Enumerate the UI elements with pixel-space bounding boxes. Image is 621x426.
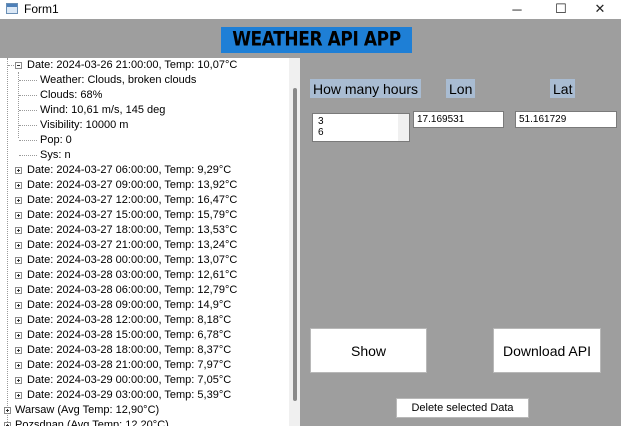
lat-label: Lat [550,79,576,98]
expand-icon[interactable] [15,377,22,384]
tree-node-label: Date: 2024-03-28 09:00:00, Temp: 14,9°C [27,299,232,311]
expand-icon[interactable] [15,257,22,264]
expand-icon[interactable] [4,407,11,414]
expand-icon[interactable] [15,302,22,309]
expand-icon[interactable] [15,272,22,279]
delete-selected-button[interactable]: Delete selected Data [396,398,529,418]
tree-node-label: Date: 2024-03-28 21:00:00, Temp: 7,97°C [27,359,232,371]
tree-connector [19,80,37,81]
window-title: Form1 [24,2,59,16]
tree-node-label: Date: 2024-03-29 03:00:00, Temp: 5,39°C [27,389,232,401]
expand-icon[interactable] [4,422,11,426]
tree-node-label: Pozsdnan (Avg Temp: 12,20°C) [15,419,169,426]
tree-scrollbar-thumb[interactable] [293,88,297,401]
lon-label: Lon [446,79,476,98]
tree-connector [19,110,37,111]
lat-input[interactable]: 51.161729 [515,111,617,128]
tree-node-label: Date: 2024-03-27 12:00:00, Temp: 16,47°C [27,194,238,206]
tree-connector [19,125,37,126]
tree-scrollbar[interactable] [289,58,300,426]
expand-icon[interactable] [15,347,22,354]
show-button[interactable]: Show [310,328,427,373]
tree-node-label: Date: 2024-03-27 18:00:00, Temp: 13,53°C [27,224,238,236]
expand-icon[interactable] [15,362,22,369]
tree-node-label: Date: 2024-03-28 18:00:00, Temp: 8,37°C [27,344,232,356]
expand-icon[interactable] [15,197,22,204]
tree-node-expanded[interactable]: Date: 2024-03-26 21:00:00, Temp: 10,07°C [0,58,289,73]
hours-input[interactable]: 3 6 [312,113,410,142]
app-header: WEATHER API APP [221,27,412,53]
collapse-icon[interactable] [15,62,22,69]
tree-node-label: Date: 2024-03-27 15:00:00, Temp: 15,79°C [27,209,238,221]
tree-connector [19,95,37,96]
tree-node-label: Date: 2024-03-29 00:00:00, Temp: 7,05°C [27,374,232,386]
lon-input[interactable]: 17.169531 [413,111,504,128]
tree-connector [8,65,14,66]
tree-connector [7,58,8,426]
expand-icon[interactable] [15,212,22,219]
tree-detail-label: Sys: n [40,149,71,161]
expand-icon[interactable] [15,332,22,339]
weather-tree-view[interactable]: Date: 2024-03-26 21:00:00, Temp: 10,07°C… [0,58,300,426]
minimize-button[interactable]: ─ [495,0,539,18]
close-button[interactable]: ✕ [578,0,621,18]
hours-label: How many hours [310,79,422,98]
tree-detail-label: Visibility: 10000 m [40,119,129,131]
tree-detail-label: Wind: 10,61 m/s, 145 deg [40,104,166,116]
tree-node-label: Date: 2024-03-27 09:00:00, Temp: 13,92°C [27,179,238,191]
expand-icon[interactable] [15,317,22,324]
tree-node-label: Date: 2024-03-27 21:00:00, Temp: 13,24°C [27,239,238,251]
expand-icon[interactable] [15,167,22,174]
tree-node-label: Warsaw (Avg Temp: 12,90°C) [15,404,160,416]
tree-node-label: Date: 2024-03-28 00:00:00, Temp: 13,07°C [27,254,238,266]
tree-node-label: Date: 2024-03-28 06:00:00, Temp: 12,79°C [27,284,238,296]
hours-line: 6 [318,127,324,138]
tree-node-label: Date: 2024-03-28 12:00:00, Temp: 8,18°C [27,314,232,326]
title-bar: Form1 ─ ☐ ✕ [0,0,621,19]
tree-node-label: Date: 2024-03-27 06:00:00, Temp: 9,29°C [27,164,232,176]
tree-node-label: Date: 2024-03-28 15:00:00, Temp: 6,78°C [27,329,232,341]
tree-node-label: Date: 2024-03-26 21:00:00, Temp: 10,07°C [27,59,238,71]
hours-input-scrollbar[interactable] [398,114,409,141]
expand-icon[interactable] [15,182,22,189]
tree-connector [19,155,37,156]
tree-connector [18,72,19,138]
form-client-area: WEATHER API APP Date: 2024-03-26 21:00:0… [0,19,621,426]
expand-icon[interactable] [15,287,22,294]
expand-icon[interactable] [15,227,22,234]
tree-detail-label: Clouds: 68% [40,89,103,101]
tree-connector [19,140,37,141]
tree-detail-label: Pop: 0 [40,134,72,146]
tree-detail-label: Weather: Clouds, broken clouds [40,74,197,86]
expand-icon[interactable] [15,242,22,249]
tree-node-label: Date: 2024-03-28 03:00:00, Temp: 12,61°C [27,269,238,281]
app-header-title: WEATHER API APP [232,28,401,52]
expand-icon[interactable] [15,392,22,399]
maximize-button[interactable]: ☐ [539,0,583,18]
app-icon [6,3,18,14]
download-api-button[interactable]: Download API [493,328,601,373]
